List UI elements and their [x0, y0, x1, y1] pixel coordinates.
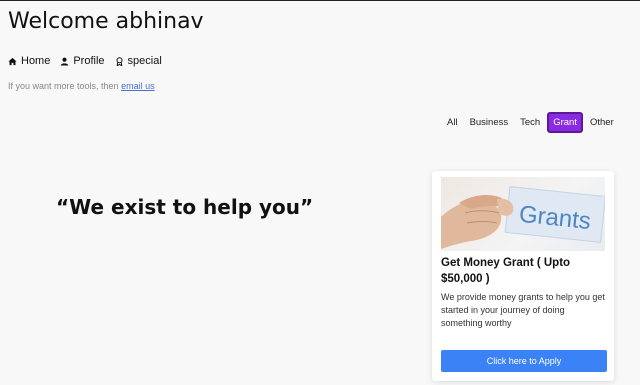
nav-item-label: Profile [73, 55, 105, 67]
home-icon [8, 57, 17, 65]
top-nav: Home Profile special [8, 55, 162, 67]
category-filters: All Business Tech Grant Other [442, 112, 619, 133]
nav-item-label: Home [21, 55, 51, 67]
user-icon [61, 57, 69, 66]
filter-tech[interactable]: Tech [515, 112, 545, 133]
filter-business[interactable]: Business [465, 112, 514, 133]
grant-card-title: Get Money Grant ( Upto $50,000 ) [441, 257, 571, 285]
tools-message: If you want more tools, then email us [8, 81, 155, 91]
nav-item-home[interactable]: Home [8, 55, 50, 67]
nav-item-label: special [127, 55, 162, 67]
filter-other[interactable]: Other [585, 112, 619, 133]
filter-grant[interactable]: Grant [547, 112, 583, 133]
nav-item-special[interactable]: special [115, 55, 162, 67]
filter-all[interactable]: All [442, 112, 463, 133]
grant-card: Grants Get Money Grant ( Upto $50,000 ) … [432, 171, 614, 381]
grant-card-description: We provide money grants to help you get … [441, 292, 605, 328]
tools-message-text: If you want more tools, then [8, 81, 119, 91]
grants-illustration: Grants [441, 185, 605, 249]
tagline: “We exist to help you” [56, 195, 314, 219]
nav-item-profile[interactable]: Profile [60, 55, 105, 67]
email-us-link[interactable]: email us [121, 81, 155, 91]
grant-card-image: Grants [441, 177, 605, 251]
page-title: Welcome abhinav [8, 9, 204, 34]
badge-icon [116, 56, 123, 66]
apply-button[interactable]: Click here to Apply [441, 350, 607, 372]
